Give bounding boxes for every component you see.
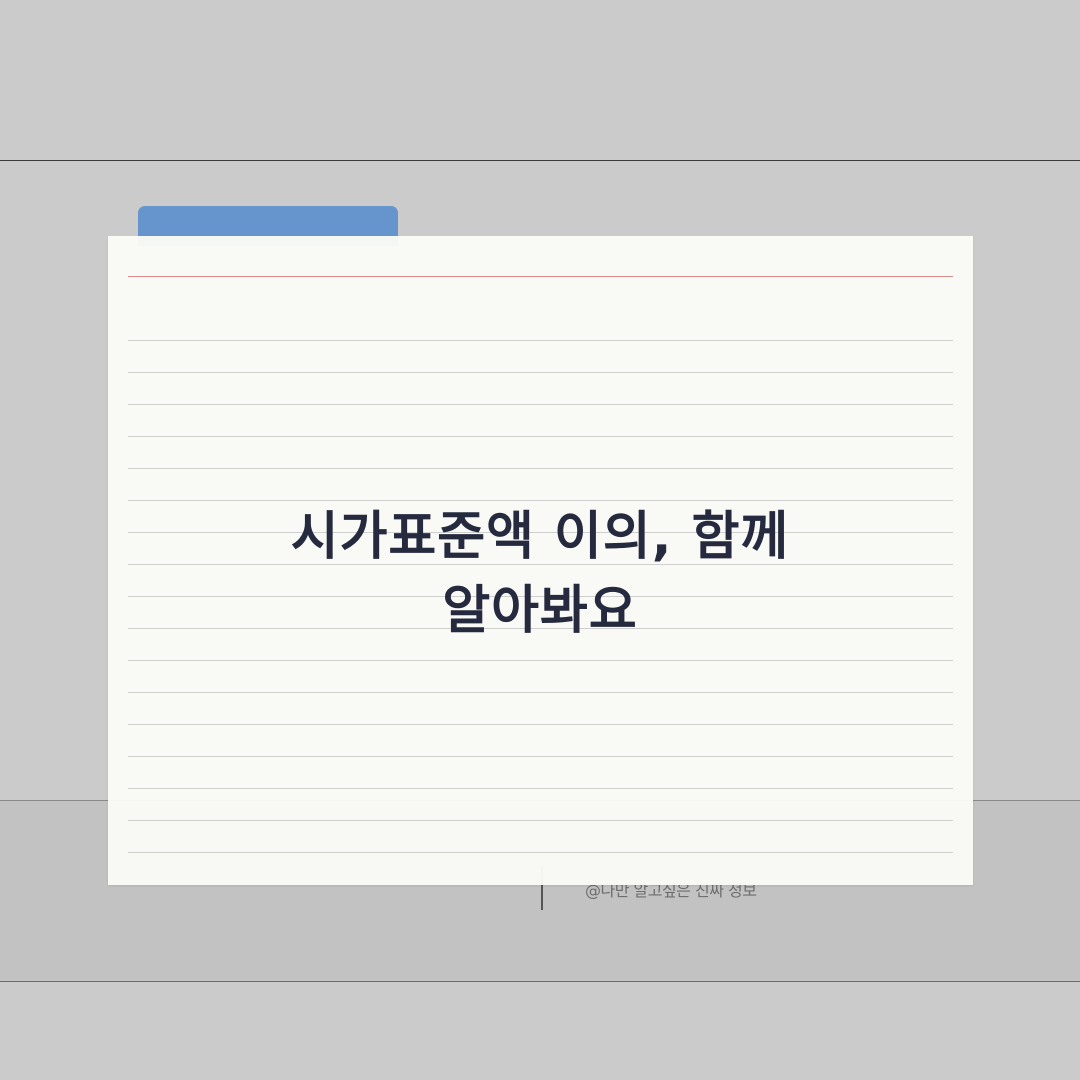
notecard-rule-line — [128, 852, 953, 853]
title-line-2: 알아봐요 — [442, 581, 638, 641]
title-line-1: 시가표준액 이의, 함께 — [290, 507, 790, 567]
notecard-rule-line — [128, 660, 953, 661]
notecard-rule-line — [128, 692, 953, 693]
notecard-rule-line — [128, 820, 953, 821]
notecard-rule-line — [128, 788, 953, 789]
top-divider — [0, 160, 1080, 161]
notecard-rule-line — [128, 372, 953, 373]
bottom-divider — [0, 981, 1080, 982]
notecard-rule-line — [128, 756, 953, 757]
notecard-rule-line — [128, 724, 953, 725]
notecard-rule-line — [128, 404, 953, 405]
page-title: 시가표준액 이의, 함께 알아봐요 — [0, 500, 1080, 648]
notecard-rule-line — [128, 436, 953, 437]
notecard-rule-line — [128, 340, 953, 341]
notecard-margin-line — [128, 276, 953, 277]
notecard-rule-line — [128, 468, 953, 469]
